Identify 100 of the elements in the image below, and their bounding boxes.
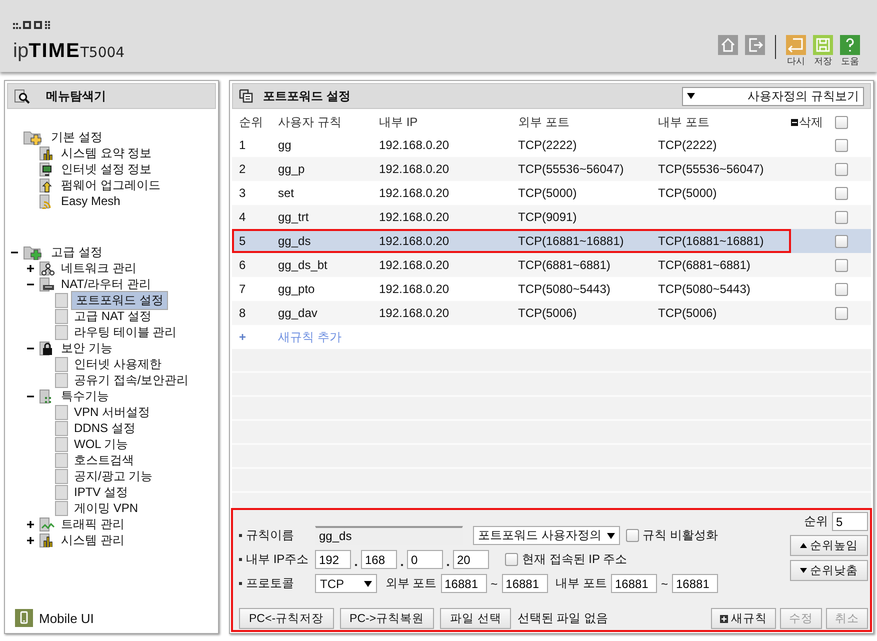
save-button[interactable]: 저장 [812,35,834,66]
table-row[interactable]: 8 gg_dav 192.168.0.20 TCP(5006) TCP(5006) [232,301,871,325]
page-icon [55,468,68,484]
column-header: 사용자 규칙 [277,114,342,130]
table-row[interactable]: 4 gg_trt 192.168.0.20 TCP(9091) [232,205,871,229]
port-to-field[interactable]: 16881 [672,574,718,593]
undo-button[interactable]: 다시 [785,35,807,66]
table-cell: 5 [239,234,246,248]
ip-octet-field[interactable]: 20 [453,550,489,569]
row-checkbox[interactable] [835,162,848,176]
collapse-icon[interactable] [27,392,34,400]
form-button[interactable]: 파일 선택 [440,608,512,629]
form-button[interactable]: PC->규칙복원 [340,608,434,629]
column-header: 외부 포트 [517,114,570,130]
tree-item[interactable]: 포트포워드 설정 [71,290,168,310]
collapse-icon[interactable] [11,248,18,256]
tree-item[interactable]: 인터넷 설정 정보 [58,162,155,176]
tree-item[interactable]: 공유기 접속/보안관리 [71,372,192,388]
table-cell: gg_ds_bt [278,258,328,272]
row-checkbox[interactable] [835,258,848,272]
mobile-ui-link[interactable]: Mobile UI [15,609,94,627]
table-cell: 7 [239,282,246,296]
order-field[interactable]: 5 [832,512,868,531]
form-button[interactable]: PC<-규칙저장 [239,608,334,629]
collapse-icon[interactable] [27,280,34,288]
tree-item[interactable]: VPN 서버설정 [71,404,154,420]
expand-icon[interactable] [27,264,34,272]
router-icon [39,276,55,292]
column-header: 순위 [238,114,264,130]
port-from-field[interactable]: 16881 [440,574,487,593]
tree-item[interactable]: DDNS 설정 [71,420,138,436]
page-icon [55,500,68,516]
range-separator: ~ [660,576,668,590]
row-checkbox[interactable] [835,186,848,200]
ip-octet-field[interactable]: 0 [407,550,443,569]
port-from-field[interactable]: 16881 [610,574,657,593]
logout-button[interactable] [744,35,766,55]
table-cell: TCP(5000) [518,186,577,200]
rule-name-field[interactable]: gg_ds [315,526,463,545]
add-icon[interactable]: + [239,330,246,344]
tree-item[interactable]: 특수기능 [58,388,112,404]
table-cell: gg_pto [278,282,315,296]
tree-item[interactable]: 기본 설정 [48,130,106,144]
up-triangle-icon [800,543,807,548]
tree-item[interactable]: 보안 기능 [58,340,116,356]
plus-square-icon [720,614,728,622]
collapse-icon[interactable] [27,344,34,352]
lock-icon [39,340,55,356]
home-button[interactable] [717,35,739,55]
table-row[interactable]: 6 gg_ds_bt 192.168.0.20 TCP(6881~6881) TCP(6881~6881) [232,253,871,277]
protocol-select[interactable]: TCP [315,574,378,593]
table-cell: TCP(9091) [518,210,577,224]
row-checkbox[interactable] [835,306,848,320]
tree-item[interactable]: NAT/라우터 관리 [58,276,154,292]
phone-icon [15,609,33,627]
table-cell: gg_ds [278,234,311,248]
tree-item[interactable]: WOL 기능 [71,436,132,452]
tree-item[interactable]: 게이밍 VPN [71,500,142,516]
select-all-checkbox[interactable] [835,116,848,128]
checkbox[interactable] [626,529,639,542]
ip-octet-field[interactable]: 192 [315,550,351,569]
row-checkbox[interactable] [835,138,848,152]
tree-item[interactable]: 고급 NAT 설정 [71,308,155,324]
move-up-button[interactable]: 순위높임 [790,535,868,556]
expand-icon[interactable] [27,536,34,544]
tree-item[interactable]: 네트워크 관리 [58,260,140,276]
table-row[interactable]: 2 gg_p 192.168.0.20 TCP(55536~56047) TCP(55536~56047) [232,157,871,181]
tree-item[interactable]: 트래픽 관리 [58,516,128,532]
tree-item[interactable]: IPTV 설정 [71,484,132,500]
home-icon [718,35,738,55]
row-checkbox[interactable] [835,282,848,296]
table-row[interactable]: 5 gg_ds 192.168.0.20 TCP(16881~16881) TCP(16881~16881) [232,229,871,253]
bar-chart-icon [39,146,55,160]
rule-type-select[interactable]: 포트포워드 사용자정의 [473,526,620,545]
tree-item[interactable]: 시스템 관리 [58,532,128,548]
tree-item[interactable]: 고급 설정 [48,244,106,260]
tree-item[interactable]: 라우팅 테이블 관리 [71,324,180,340]
table-cell: 3 [239,186,246,200]
caret-icon [364,580,372,586]
view-select[interactable]: 사용자정의 규칙보기 [682,86,864,106]
checkbox[interactable] [505,553,518,566]
tree-item[interactable]: 공지/광고 기능 [71,468,156,484]
tree-item[interactable]: 호스트검색 [71,452,137,468]
tree-item[interactable]: 펌웨어 업그레이드 [58,178,164,192]
order-label: 순위 [804,513,828,530]
row-checkbox[interactable] [835,234,848,248]
row-checkbox[interactable] [835,210,848,224]
tree-item[interactable]: 시스템 요약 정보 [58,146,155,160]
port-to-field[interactable]: 16881 [502,574,548,593]
question-icon [840,35,860,55]
new-rule-button[interactable]: 새규칙 [711,608,776,629]
move-down-button[interactable]: 순위낮춤 [790,560,868,581]
field-label: 프로토콜 [239,575,311,592]
down-triangle-icon [800,568,807,573]
page-icon [55,436,68,452]
help-button[interactable]: 도움 [839,35,861,66]
tree-item[interactable]: Easy Mesh [58,194,124,208]
tree-item[interactable]: 인터넷 사용제한 [71,356,164,372]
expand-icon[interactable] [27,520,34,528]
ip-octet-field[interactable]: 168 [361,550,397,569]
